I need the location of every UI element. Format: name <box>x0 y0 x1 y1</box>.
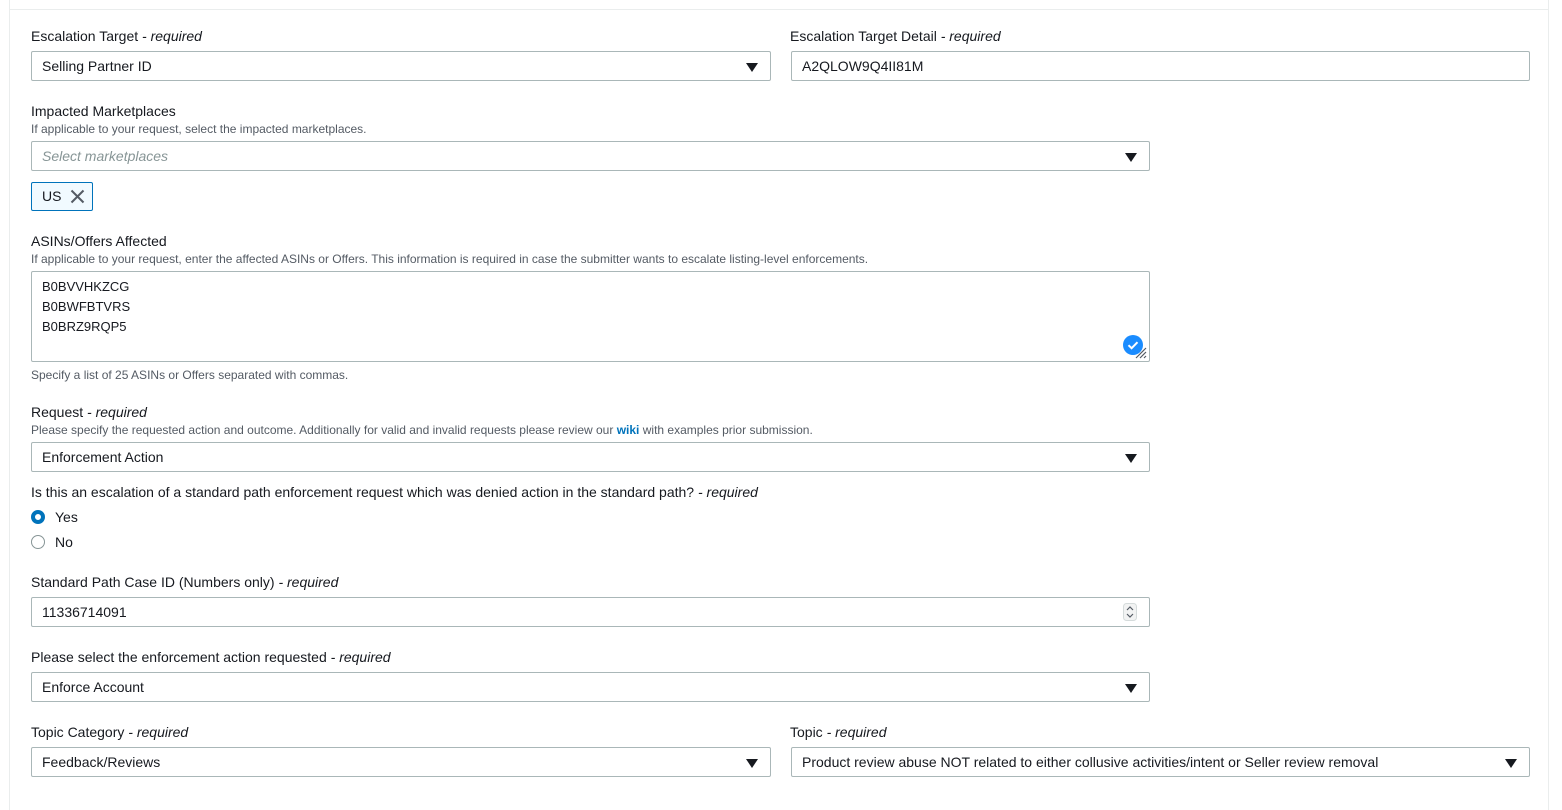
escalation-target-select[interactable]: Selling Partner ID <box>31 51 771 81</box>
topic-select[interactable]: Product review abuse NOT related to eith… <box>791 747 1530 777</box>
escalation-target-detail-label: Escalation Target Detail - required <box>790 28 1001 44</box>
number-stepper-icon[interactable] <box>1123 603 1137 621</box>
case-id-label: Standard Path Case ID (Numbers only) - r… <box>31 574 339 590</box>
impacted-marketplaces-label: Impacted Marketplaces <box>31 103 176 119</box>
topic-value: Product review abuse NOT related to eith… <box>802 754 1379 770</box>
resize-handle-icon[interactable] <box>1133 345 1147 359</box>
request-label: Request - required <box>31 404 147 420</box>
radio-option-yes[interactable]: Yes <box>31 508 111 528</box>
radio-label-yes: Yes <box>55 509 78 525</box>
token-label: US <box>42 188 62 204</box>
caret-down-icon <box>746 63 758 72</box>
radio-unselected-icon[interactable] <box>31 535 45 549</box>
topic-category-select[interactable]: Feedback/Reviews <box>31 747 771 777</box>
asins-hint: Specify a list of 25 ASINs or Offers sep… <box>31 368 349 382</box>
asins-description: If applicable to your request, enter the… <box>31 252 869 266</box>
topic-category-value: Feedback/Reviews <box>42 754 161 770</box>
escalation-target-detail-value: A2QLOW9Q4II81M <box>802 58 924 74</box>
impacted-marketplaces-description: If applicable to your request, select th… <box>31 122 367 136</box>
caret-down-icon <box>746 759 758 768</box>
asin-line: B0BRZ9RQP5 <box>42 319 127 334</box>
close-icon[interactable] <box>70 189 85 204</box>
asin-line: B0BVVHKZCG <box>42 279 130 294</box>
marketplaces-multiselect[interactable]: Select marketplaces <box>31 141 1150 171</box>
caret-down-icon <box>1125 454 1137 463</box>
caret-down-icon <box>1125 153 1137 162</box>
topic-label: Topic - required <box>790 724 887 740</box>
request-value: Enforcement Action <box>42 449 164 465</box>
topic-category-label: Topic Category - required <box>31 724 189 740</box>
asins-textarea[interactable]: B0BVVHKZCG B0BWFBTVRS B0BRZ9RQP5 <box>31 271 1150 362</box>
radio-selected-icon[interactable] <box>31 510 45 524</box>
asins-label: ASINs/Offers Affected <box>31 233 167 249</box>
caret-down-icon <box>1505 759 1517 768</box>
caret-down-icon <box>1125 684 1137 693</box>
case-id-value: 11336714091 <box>42 604 127 620</box>
case-id-number-input[interactable]: 11336714091 <box>31 597 1150 627</box>
request-description: Please specify the requested action and … <box>31 423 813 437</box>
enforcement-action-label: Please select the enforcement action req… <box>31 649 391 665</box>
wiki-link[interactable]: wiki <box>617 423 640 437</box>
top-divider <box>9 0 1549 10</box>
enforcement-action-select[interactable]: Enforce Account <box>31 672 1150 702</box>
request-select[interactable]: Enforcement Action <box>31 442 1150 472</box>
radio-option-no[interactable]: No <box>31 533 111 553</box>
marketplace-token-us: US <box>31 182 93 211</box>
escalation-target-label: Escalation Target - required <box>31 28 202 44</box>
escalation-target-value: Selling Partner ID <box>42 58 152 74</box>
escalation-question-label: Is this an escalation of a standard path… <box>31 484 758 500</box>
marketplaces-placeholder: Select marketplaces <box>42 148 169 164</box>
escalation-target-detail-input[interactable]: A2QLOW9Q4II81M <box>791 51 1530 81</box>
radio-label-no: No <box>55 534 73 550</box>
asin-line: B0BWFBTVRS <box>42 299 131 314</box>
enforcement-action-value: Enforce Account <box>42 679 144 695</box>
